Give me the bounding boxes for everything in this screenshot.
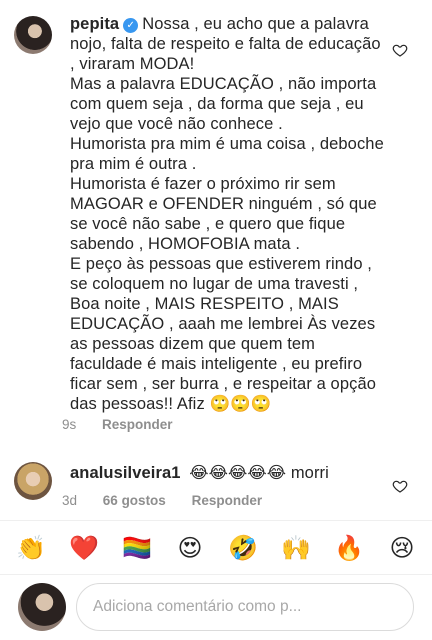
comment-time: 3d [62, 493, 78, 508]
comment-paragraph-4: Humorista é fazer o próximo rir sem MAGO… [70, 175, 377, 253]
current-user-avatar [18, 583, 66, 631]
comment-body: 😂😂😂😂😂 morri [189, 464, 329, 482]
heart-eyes-emoji[interactable]: 😍 [175, 533, 205, 563]
comment-input[interactable] [76, 583, 414, 631]
clapping-hands-emoji[interactable]: 👏 [16, 533, 46, 563]
comment-paragraph-5: E peço às pessoas que estiverem rindo , … [70, 255, 377, 413]
reply-button[interactable]: Responder [192, 493, 263, 508]
crying-face-emoji[interactable]: 😢 [387, 533, 417, 563]
comment-username[interactable]: analusilveira1 [70, 464, 181, 482]
comment-paragraph-3: Humorista pra mim é uma coisa , deboche … [70, 135, 384, 173]
rainbow-flag-emoji[interactable]: 🏳️‍🌈 [122, 533, 152, 563]
avatar-analusilveira1[interactable] [14, 462, 52, 500]
comment-paragraph-2: Mas a palavra EDUCAÇÃO , não importa com… [70, 75, 377, 133]
likes-count[interactable]: 66 gostos [103, 493, 166, 508]
raising-hands-emoji[interactable]: 🙌 [281, 533, 311, 563]
comment-analusilveira1: analusilveira1 😂😂😂😂😂 morri [70, 463, 386, 483]
emoji-reaction-bar: 👏 ❤️ 🏳️‍🌈 😍 🤣 🙌 🔥 😢 [0, 520, 432, 572]
fire-emoji[interactable]: 🔥 [334, 533, 364, 563]
rolling-laughing-emoji[interactable]: 🤣 [228, 533, 258, 563]
like-heart-icon[interactable] [392, 478, 408, 494]
comment-pepita: pepita ✓ Nossa , eu acho que a palavra noj… [70, 14, 386, 414]
reply-button[interactable]: Responder [102, 417, 173, 432]
comment-time: 9s [62, 417, 77, 432]
comment-text: pepita ✓ Nossa , eu acho que a palavra noj… [70, 14, 386, 414]
comment-input-row [0, 574, 432, 640]
like-heart-icon[interactable] [392, 42, 408, 58]
verified-badge-icon: ✓ [123, 18, 139, 33]
comment-username[interactable]: pepita [70, 15, 119, 33]
avatar-pepita[interactable] [14, 16, 52, 54]
comment-meta: 3d 66 gostos Responder [62, 493, 284, 508]
comment-meta: 9s Responder [62, 417, 195, 432]
red-heart-emoji[interactable]: ❤️ [69, 533, 99, 563]
comment-text: analusilveira1 😂😂😂😂😂 morri [70, 463, 386, 483]
